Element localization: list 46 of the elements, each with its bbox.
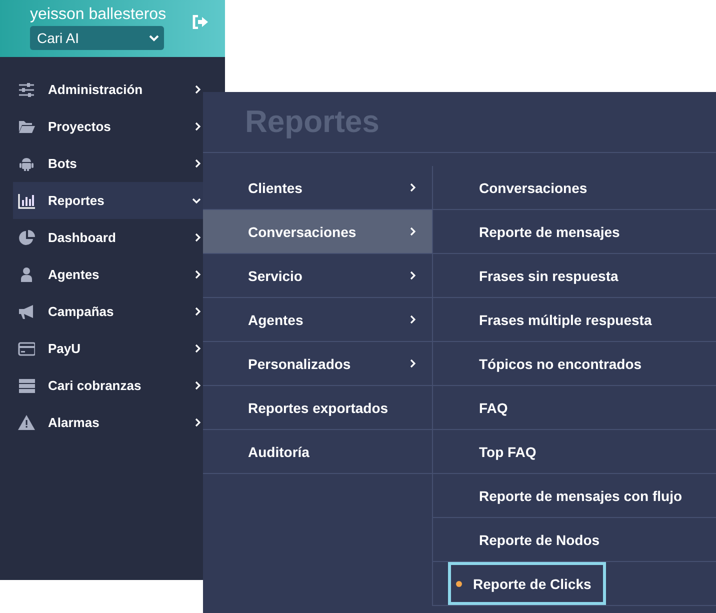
chevron-right-icon [195,85,201,94]
sliders-icon [18,81,35,98]
chevron-right-icon [410,315,416,324]
report-category[interactable]: Personalizados [203,342,432,386]
folder-icon [18,118,35,135]
android-icon [18,155,35,172]
report-category[interactable]: Auditoría [203,430,432,474]
chevron-right-icon [195,270,201,279]
report-link[interactable]: Reporte de Clicks [448,562,606,605]
report-category[interactable]: Agentes [203,298,432,342]
report-category[interactable]: Reportes exportados [203,386,432,430]
user-name: yeisson ballesteros [30,5,166,24]
report-link[interactable]: FAQ [479,386,508,429]
report-link[interactable]: Frases múltiple respuesta [479,298,652,341]
chevron-right-icon [410,227,416,236]
warning-icon [18,414,35,431]
report-link[interactable]: Reporte de mensajes [479,210,620,253]
chevron-right-icon [410,183,416,192]
report-link[interactable]: Top FAQ [479,430,536,473]
chevron-right-icon [410,359,416,368]
chevron-right-icon [195,418,201,427]
pie-chart-icon [18,229,35,246]
logout-icon[interactable] [192,15,208,29]
report-category[interactable]: Servicio [203,254,432,298]
caret-icon [149,34,159,42]
report-link[interactable]: Conversaciones [479,166,588,209]
credit-card-icon [18,340,35,357]
chevron-right-icon [410,271,416,280]
server-icon [18,377,35,394]
chevron-right-icon [195,159,201,168]
chevron-right-icon [195,381,201,390]
bar-chart-icon [18,192,35,209]
chevron-right-icon [195,307,201,316]
chevron-right-icon [195,122,201,131]
report-category[interactable]: Conversaciones [203,210,432,254]
chevron-right-icon [195,344,201,353]
user-icon [18,266,35,283]
report-link[interactable]: Reporte de Nodos [479,518,600,561]
chevron-down-icon [192,198,201,204]
megaphone-icon [18,303,35,320]
workspace-select[interactable]: Cari AI [30,26,164,50]
chevron-right-icon [195,233,201,242]
report-link[interactable]: Frases sin respuesta [479,254,618,297]
report-link[interactable]: Reporte de mensajes con flujo [479,474,682,517]
report-link[interactable]: Tópicos no encontrados [479,342,642,385]
active-dot [456,580,462,586]
